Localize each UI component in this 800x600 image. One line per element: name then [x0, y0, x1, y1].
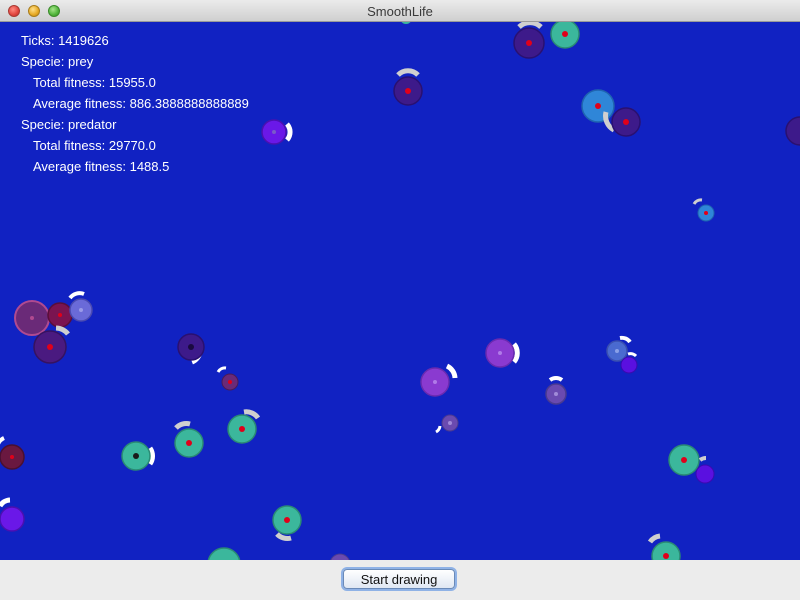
creature	[47, 302, 73, 328]
creature	[545, 376, 567, 405]
creature	[261, 119, 293, 145]
creature	[0, 497, 25, 532]
creature	[401, 22, 411, 24]
creature	[485, 338, 520, 368]
creature	[692, 198, 715, 222]
creature	[435, 414, 459, 434]
simulation-canvas[interactable]: Ticks: 1419626 Specie: prey Total fitnes…	[0, 22, 800, 560]
ticks-label: Ticks: 1419626	[21, 33, 109, 48]
creature	[393, 68, 423, 106]
creature	[668, 444, 700, 476]
creature	[68, 291, 93, 322]
window-title: SmoothLife	[367, 4, 433, 19]
creature	[420, 363, 458, 397]
creature	[0, 436, 25, 470]
creature	[216, 366, 239, 391]
creature	[121, 441, 155, 471]
control-bar: Start drawing	[0, 560, 800, 600]
creature	[581, 89, 615, 123]
predator-species-header: Specie: predator	[21, 117, 117, 132]
creature	[177, 333, 205, 365]
creature	[174, 421, 204, 458]
start-drawing-button[interactable]: Start drawing	[343, 569, 455, 589]
predator-total-fitness: Total fitness: 29770.0	[33, 138, 156, 153]
stats-panel: Ticks: 1419626 Specie: prey Total fitnes…	[21, 30, 249, 177]
prey-total-fitness: Total fitness: 15955.0	[33, 75, 156, 90]
prey-species-header: Specie: prey	[21, 54, 94, 69]
prey-average-fitness: Average fitness: 886.3888888888889	[33, 96, 249, 111]
creature	[272, 505, 302, 541]
creature	[207, 547, 241, 560]
predator-average-fitness: Average fitness: 1488.5	[33, 159, 170, 174]
creature	[647, 533, 681, 560]
creature	[513, 22, 545, 59]
creature	[550, 22, 580, 49]
creature	[785, 116, 800, 146]
app-window: SmoothLife Ticks: 1419626 Specie: prey T…	[0, 0, 800, 600]
creature	[14, 300, 50, 336]
title-bar[interactable]: SmoothLife	[0, 0, 800, 22]
creature	[227, 409, 261, 444]
